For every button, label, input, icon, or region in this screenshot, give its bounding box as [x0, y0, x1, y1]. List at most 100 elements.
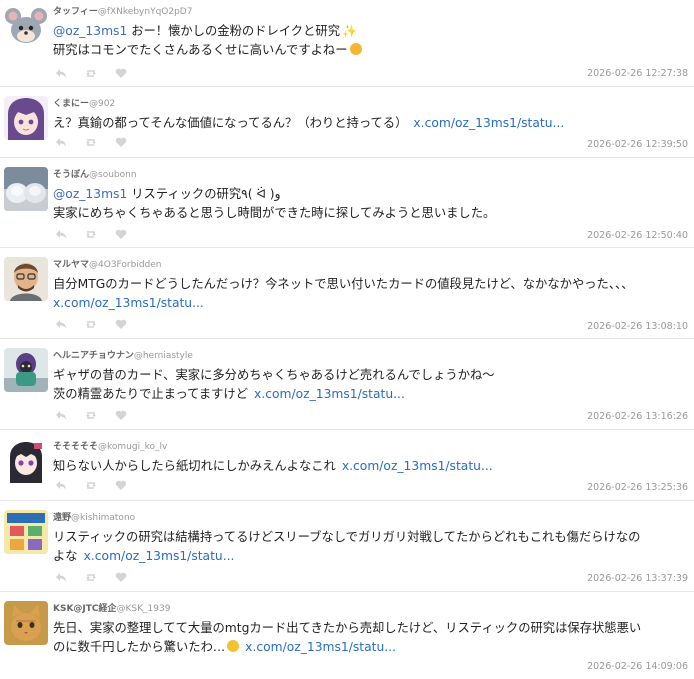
tweet-text-segment: 先日、実家の整理してて大量のmtgカード出てきたから売却したけど、リスティックの… [53, 621, 642, 635]
status-link[interactable]: x.com/oz_13ms1/statu... [413, 116, 564, 130]
tweet-text: リスティックの研究は結構持ってるけどスリーブなしでガリガリ対戦してたからどれもこ… [53, 528, 686, 566]
avatar[interactable] [4, 167, 48, 211]
timestamp[interactable]: 2026-02-26 14:09:06 [587, 661, 688, 672]
author-handle[interactable]: @herniastyle [134, 351, 193, 361]
tweet-text-segment: 研究はコモンでたくさんあるくせに高いんですよねー [53, 43, 348, 57]
author-name[interactable]: そそそそそ [53, 442, 98, 452]
tweet-item: そうぼん@soubonn @oz_13ms1 リスティックの研究٩( ᐛ )و … [0, 163, 694, 248]
avatar[interactable] [4, 439, 48, 483]
retweet-icon[interactable] [83, 136, 99, 148]
tweet-text-segment: 茨の精霊あたりで止まってますけど [53, 387, 249, 401]
tweet-text-segment: 実家にめちゃくちゃあると思うし時間ができた時に探してみようと思いました。 [53, 206, 496, 220]
timestamp[interactable]: 2026-02-26 12:39:50 [587, 139, 688, 150]
avatar[interactable] [4, 510, 48, 554]
timestamp[interactable]: 2026-02-26 13:16:26 [587, 411, 688, 422]
status-link[interactable]: x.com/oz_13ms1/statu... [245, 640, 396, 654]
tweet-text: 先日、実家の整理してて大量のmtgカード出てきたから売却したけど、リスティックの… [53, 619, 686, 657]
tweet-text-segment: 知らない人からしたら紙切れにしかみえんよなこれ [53, 459, 336, 473]
author-name[interactable]: タッフィー [53, 7, 98, 17]
author-handle[interactable]: @kishimatono [71, 513, 135, 523]
tweet-actions [53, 571, 129, 583]
author-handle[interactable]: @komugi_ko_lv [98, 442, 167, 452]
tweet-item: そそそそそ@komugi_ko_lv 知らない人からしたら紙切れにしかみえんよな… [0, 435, 694, 501]
tweet-text: 自分MTGのカードどうしたんだっけ？今ネットで思い付いたカードの値段見たけど、な… [53, 275, 686, 313]
avatar[interactable] [4, 4, 48, 48]
tweet-text-segment: リスティックの研究٩( ᐛ )و [127, 187, 281, 201]
heart-icon[interactable] [113, 318, 129, 330]
author-name[interactable]: くまにー [53, 99, 89, 109]
retweet-icon[interactable] [83, 479, 99, 491]
author-name[interactable]: ヘルニアチョウナン [53, 351, 134, 361]
avatar[interactable] [4, 348, 48, 392]
author-name[interactable]: マルヤマ [53, 260, 89, 270]
tweet-actions [53, 318, 129, 330]
tweet-actions [53, 228, 129, 240]
tweet-item: くまにー@902 え？真鍮の都ってそんな価値になってるん？（わりと持ってる） x.… [0, 92, 694, 158]
heart-icon[interactable] [113, 571, 129, 583]
avatar[interactable] [4, 257, 48, 301]
heart-icon[interactable] [113, 136, 129, 148]
author-handle[interactable]: @KSK_1939 [117, 604, 171, 614]
avatar[interactable] [4, 601, 48, 645]
reply-icon[interactable] [53, 571, 69, 583]
author-handle[interactable]: @4O3Forbidden [89, 260, 161, 270]
reply-icon[interactable] [53, 136, 69, 148]
tweet-text-segment: リスティックの研究は結構持ってるけどスリーブなしでガリガリ対戦してたからどれもこ… [53, 530, 641, 544]
timestamp[interactable]: 2026-02-26 13:37:39 [587, 573, 688, 584]
reply-icon[interactable] [53, 67, 69, 79]
timestamp[interactable]: 2026-02-26 13:25:36 [587, 482, 688, 493]
tweet-item: 遠野@kishimatono リスティックの研究は結構持ってるけどスリーブなしで… [0, 506, 694, 592]
author-handle[interactable]: @soubonn [89, 170, 137, 180]
sparkle-emoji-icon: ✨ [342, 24, 357, 38]
retweet-icon[interactable] [83, 318, 99, 330]
laughing-emoji-icon [349, 43, 362, 55]
retweet-icon[interactable] [83, 571, 99, 583]
status-link[interactable]: x.com/oz_13ms1/statu... [254, 387, 405, 401]
tweet-actions [53, 479, 129, 491]
heart-icon[interactable] [113, 228, 129, 240]
tweet-text: @oz_13ms1 おー！懐かしの金粉のドレイクと研究 ✨ 研究はコモンでたくさん… [53, 22, 686, 60]
author-handle[interactable]: @902 [89, 99, 115, 109]
tweet-text-segment: え？真鍮の都ってそんな価値になってるん？（わりと持ってる） [53, 116, 408, 130]
mention-link[interactable]: @oz_13ms1 [53, 24, 127, 38]
author-name[interactable]: 遠野 [53, 513, 71, 523]
tweet-text: ギャザの昔のカード、実家に多分めちゃくちゃあるけど売れるんでしょうかね～ 茨の精… [53, 366, 686, 404]
author-name[interactable]: そうぼん [53, 170, 89, 180]
tweet-text-segment: よな [53, 549, 78, 563]
heart-icon[interactable] [113, 67, 129, 79]
status-link[interactable]: x.com/oz_13ms1/statu... [342, 459, 493, 473]
tweet-item: ヘルニアチョウナン@herniastyle ギャザの昔のカード、実家に多分めちゃ… [0, 344, 694, 430]
tweet-text-segment: おー！懐かしの金粉のドレイクと研究 [127, 24, 340, 38]
tweet-text: 知らない人からしたら紙切れにしかみえんよなこれ x.com/oz_13ms1/st… [53, 457, 686, 476]
heart-icon[interactable] [113, 479, 129, 491]
thinking-emoji-icon [227, 640, 240, 652]
timestamp[interactable]: 2026-02-26 12:27:38 [587, 68, 688, 79]
retweet-icon[interactable] [83, 409, 99, 421]
tweet-item: マルヤマ@4O3Forbidden 自分MTGのカードどうしたんだっけ？今ネット… [0, 253, 694, 339]
tweet-text: え？真鍮の都ってそんな価値になってるん？（わりと持ってる） x.com/oz_13… [53, 114, 686, 133]
author-handle[interactable]: @fXNkebynYqO2pD7 [98, 7, 193, 17]
mention-link[interactable]: @oz_13ms1 [53, 187, 127, 201]
timestamp[interactable]: 2026-02-26 12:50:40 [587, 230, 688, 241]
retweet-icon[interactable] [83, 67, 99, 79]
tweet-item: タッフィー@fXNkebynYqO2pD7 @oz_13ms1 おー！懐かしの金… [0, 0, 694, 87]
tweet-text-segment: のに数千円したから驚いたわ… [53, 640, 226, 654]
reply-icon[interactable] [53, 318, 69, 330]
tweet-text-segment: 自分MTGのカードどうしたんだっけ？今ネットで思い付いたカードの値段見たけど、な… [53, 277, 634, 291]
reply-icon[interactable] [53, 409, 69, 421]
tweet-actions [53, 67, 129, 79]
tweet-actions [53, 136, 129, 148]
status-link[interactable]: x.com/oz_13ms1/statu... [53, 296, 204, 310]
tweet-item: KSK@JTC経企@KSK_1939 先日、実家の整理してて大量のmtgカード出… [0, 597, 694, 679]
heart-icon[interactable] [113, 409, 129, 421]
reply-icon[interactable] [53, 479, 69, 491]
tweet-actions [53, 409, 129, 421]
reply-icon[interactable] [53, 228, 69, 240]
tweet-text-segment: ギャザの昔のカード、実家に多分めちゃくちゃあるけど売れるんでしょうかね～ [53, 368, 495, 382]
avatar[interactable] [4, 96, 48, 140]
retweet-icon[interactable] [83, 228, 99, 240]
status-link[interactable]: x.com/oz_13ms1/statu... [84, 549, 235, 563]
tweet-text: @oz_13ms1 リスティックの研究٩( ᐛ )و 実家にめちゃくちゃあると思… [53, 185, 686, 223]
author-name[interactable]: KSK@JTC経企 [53, 604, 117, 614]
timestamp[interactable]: 2026-02-26 13:08:10 [587, 321, 688, 332]
